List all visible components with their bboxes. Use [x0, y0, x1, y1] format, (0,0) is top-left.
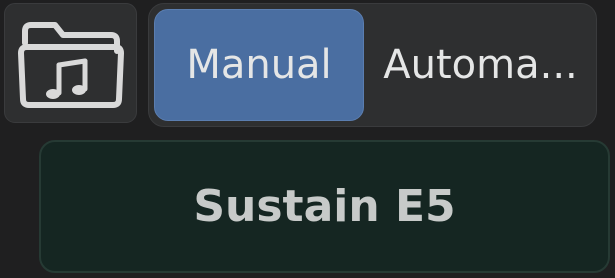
- mode-automatic-segment[interactable]: Automa...: [369, 9, 592, 121]
- mode-segmented-control: Manual Automa...: [148, 3, 597, 127]
- open-music-folder-button[interactable]: [4, 3, 137, 123]
- music-folder-icon: [17, 22, 124, 108]
- mode-manual-segment[interactable]: Manual: [154, 9, 364, 121]
- sustain-button[interactable]: Sustain E5: [39, 140, 610, 273]
